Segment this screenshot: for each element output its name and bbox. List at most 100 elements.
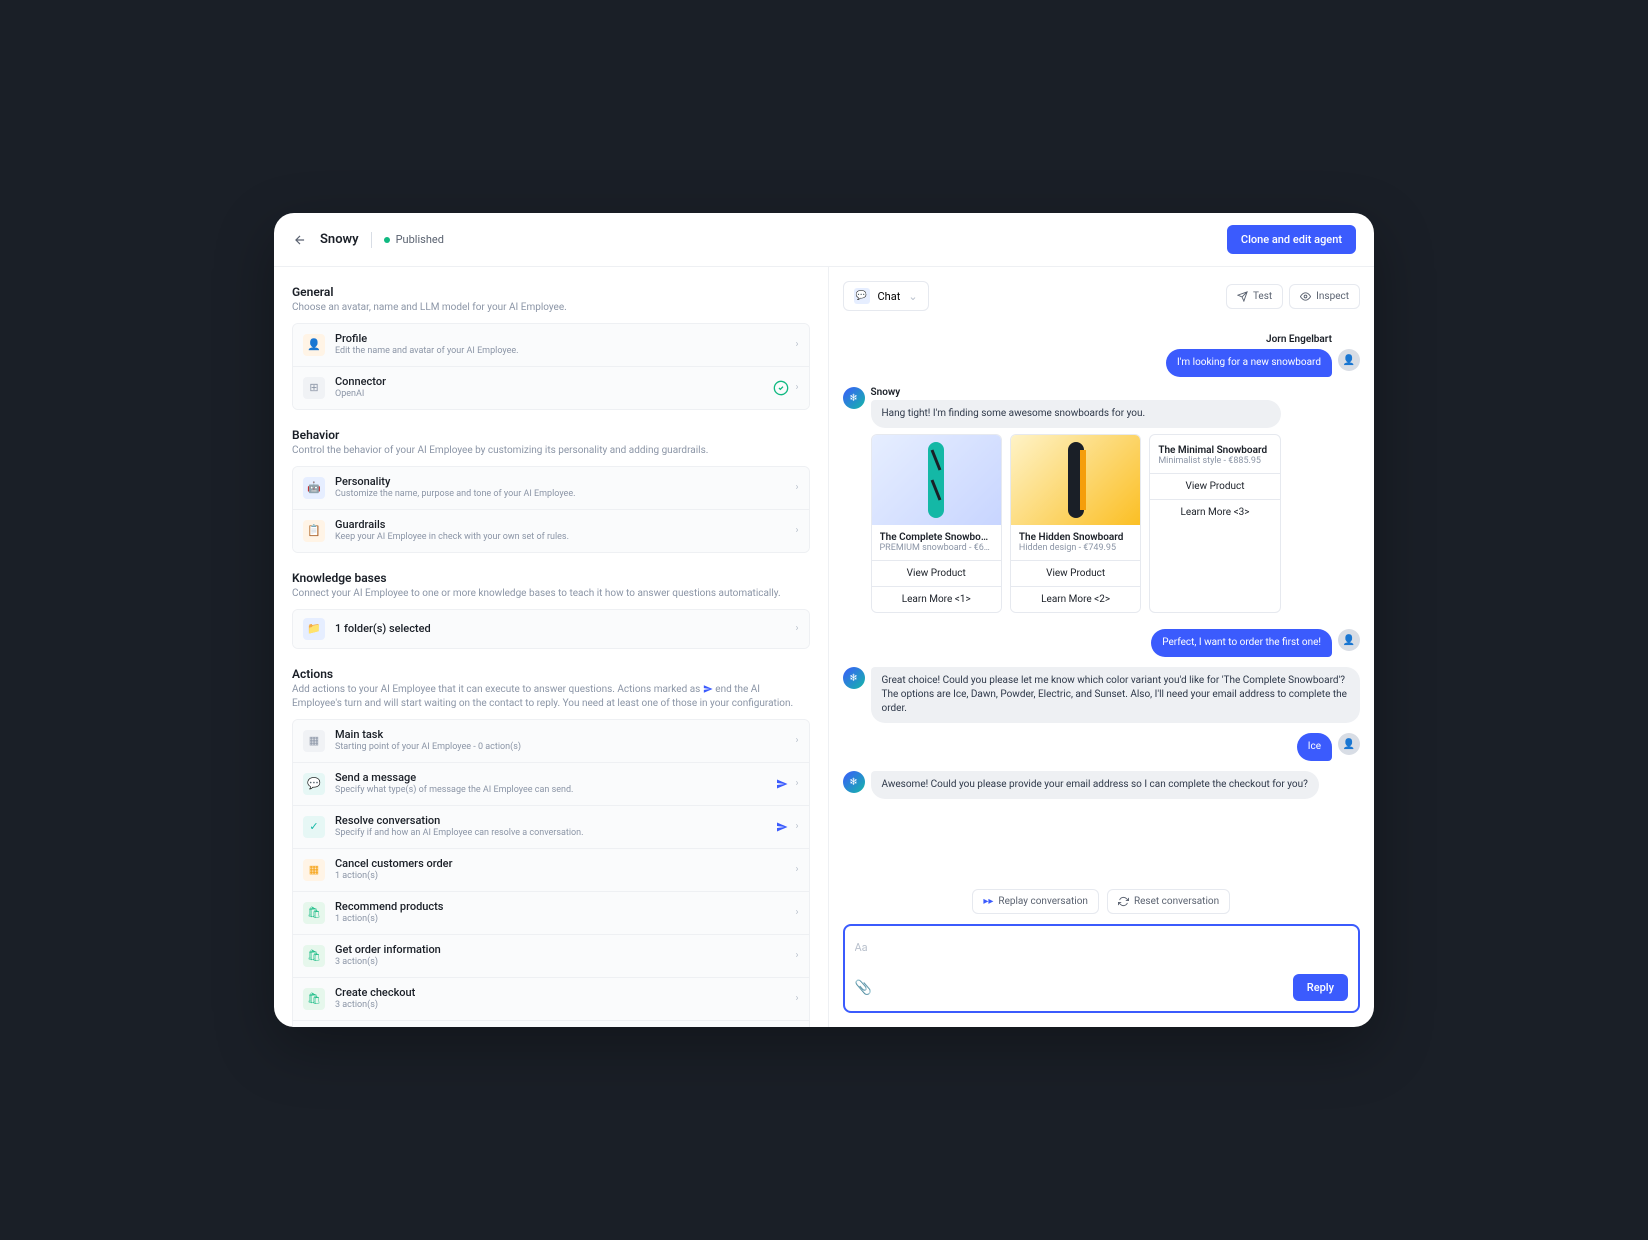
back-arrow-icon[interactable] [292,232,308,248]
product-image [1011,435,1140,525]
card-subtitle: Keep your AI Employee in check with your… [335,532,795,544]
card-list: 🤖 Personality Customize the name, purpos… [292,466,810,553]
bot-message: Hang tight! I'm finding some awesome sno… [871,400,1281,428]
card-title: Get order information [335,943,795,957]
view-product-button[interactable]: View Product [1011,560,1140,586]
refresh-icon [1118,896,1129,907]
product-image [872,435,1001,525]
footer-actions: ▸▸ Replay conversation Reset conversatio… [843,889,1361,914]
view-product-button[interactable]: View Product [872,560,1001,586]
dropdown-label: Chat [878,290,901,303]
section-knowledge: Knowledge bases Connect your AI Employee… [292,571,810,649]
send-icon [1237,291,1248,302]
card-subtitle: Specify if and how an AI Employee can re… [335,828,775,840]
chevron-right-icon: › [795,623,798,634]
chevron-right-icon: › [795,778,798,789]
status-dot-icon [384,237,390,243]
reset-button[interactable]: Reset conversation [1107,889,1230,914]
card-cancel-order[interactable]: ▦ Cancel customers order 1 action(s) › [293,849,809,892]
card-title: Resolve conversation [335,814,775,828]
card-profile[interactable]: 👤 Profile Edit the name and avatar of yo… [293,324,809,367]
card-title: Recommend products [335,900,795,914]
chevron-right-icon: › [795,907,798,918]
section-desc: Control the behavior of your AI Employee… [292,444,810,458]
bot-message: Awesome! Could you please provide your e… [871,771,1319,799]
message-row-bot: ❄ Great choice! Could you please let me … [843,667,1361,723]
user-message: Ice [1297,733,1332,761]
cancel-icon: ▦ [303,859,325,881]
card-title: Create checkout [335,986,795,1000]
send-icon [775,777,789,791]
inspect-button[interactable]: Inspect [1289,284,1360,309]
top-bar-left: Snowy Published [292,232,444,248]
config-panel: General Choose an avatar, name and LLM m… [274,267,828,1027]
card-recommend[interactable]: 🛍 Recommend products 1 action(s) › [293,892,809,935]
bot-message: Great choice! Could you please let me kn… [871,667,1361,723]
card-connector[interactable]: ⊞ Connector OpenAI › [293,367,809,409]
product-title: The Complete Snowboard [880,532,993,543]
clone-edit-button[interactable]: Clone and edit agent [1227,225,1356,254]
product-title: The Hidden Snowboard [1019,532,1132,543]
chevron-right-icon: › [795,735,798,746]
card-subtitle: Specify what type(s) of message the AI E… [335,785,775,797]
card-list: 👤 Profile Edit the name and avatar of yo… [292,323,810,410]
section-desc: Connect your AI Employee to one or more … [292,587,810,601]
reply-button[interactable]: Reply [1293,974,1348,1001]
chevron-right-icon: › [795,993,798,1004]
message-row-bot: ❄ Awesome! Could you please provide your… [843,771,1361,799]
chat-type-dropdown[interactable]: 💬 Chat ⌄ [843,281,929,311]
message-row-user: I'm looking for a new snowboard 👤 [843,349,1361,377]
message-row-user: Perfect, I want to order the first one! … [843,629,1361,657]
card-send-message[interactable]: 💬 Send a message Specify what type(s) of… [293,763,809,806]
profile-icon: 👤 [303,334,325,356]
recommend-icon: 🛍 [303,902,325,924]
card-personality[interactable]: 🤖 Personality Customize the name, purpos… [293,467,809,510]
chevron-right-icon: › [795,950,798,961]
card-title: Guardrails [335,518,795,532]
send-icon [775,820,789,834]
learn-more-button[interactable]: Learn More <2> [1011,586,1140,612]
main-content: General Choose an avatar, name and LLM m… [274,267,1374,1027]
card-guardrails[interactable]: 📋 Guardrails Keep your AI Employee in ch… [293,510,809,552]
checkout-icon: 🛍 [303,988,325,1010]
card-list: 📁 1 folder(s) selected › [292,609,810,649]
user-message: Perfect, I want to order the first one! [1151,629,1332,657]
card-handover[interactable]: ⚡ Handover with email Handover the conve… [293,1021,809,1027]
chevron-right-icon: › [795,382,798,393]
user-message: I'm looking for a new snowboard [1166,349,1332,377]
message-input[interactable] [855,941,1349,954]
chat-messages: Jorn Engelbart I'm looking for a new sno… [843,323,1361,881]
card-title: Cancel customers order [335,857,795,871]
status-text: Published [396,233,444,246]
card-subtitle: OpenAI [335,389,773,401]
card-resolve[interactable]: ✓ Resolve conversation Specify if and ho… [293,806,809,849]
chevron-right-icon: › [795,482,798,493]
user-name-label: Jorn Engelbart [1266,334,1332,345]
test-button[interactable]: Test [1226,284,1283,309]
learn-more-button[interactable]: Learn More <1> [872,586,1001,612]
card-checkout[interactable]: 🛍 Create checkout 3 action(s) › [293,978,809,1021]
vertical-divider [371,232,372,248]
card-subtitle: 1 action(s) [335,914,795,926]
user-avatar: 👤 [1338,629,1360,651]
view-product-button[interactable]: View Product [1150,473,1279,499]
chat-actions: Test Inspect [1226,284,1360,309]
card-title: Send a message [335,771,775,785]
card-list: ▦ Main task Starting point of your AI Em… [292,719,810,1027]
message-row-user: Ice 👤 [843,733,1361,761]
product-subtitle: PREMIUM snowboard - €699.95 [880,543,993,553]
replay-button[interactable]: ▸▸ Replay conversation [972,889,1099,914]
card-main-task[interactable]: ▦ Main task Starting point of your AI Em… [293,720,809,763]
user-avatar: 👤 [1338,733,1360,755]
card-knowledge-folder[interactable]: 📁 1 folder(s) selected › [293,610,809,648]
user-avatar: 👤 [1338,349,1360,371]
learn-more-button[interactable]: Learn More <3> [1150,499,1279,525]
section-actions: Actions Add actions to your AI Employee … [292,667,810,1027]
card-subtitle: Edit the name and avatar of your AI Empl… [335,346,795,358]
card-title: Profile [335,332,795,346]
card-subtitle: Customize the name, purpose and tone of … [335,489,795,501]
attach-icon[interactable]: 📎 [855,980,872,996]
card-order-info[interactable]: 🛍 Get order information 3 action(s) › [293,935,809,978]
replay-icon: ▸▸ [983,896,993,907]
card-title: Main task [335,728,795,742]
